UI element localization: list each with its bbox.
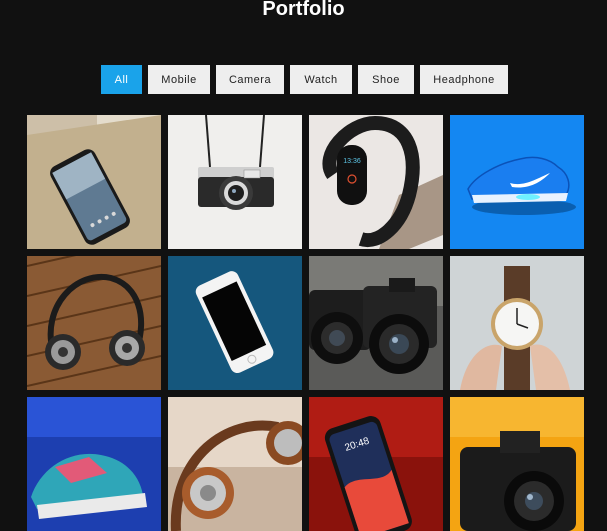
portfolio-item-sneakers[interactable]: [27, 397, 161, 531]
sneakers-image: [27, 397, 161, 531]
filter-mobile-button[interactable]: Mobile: [148, 65, 210, 94]
camera-yellow-image: [450, 397, 584, 531]
filter-watch-button[interactable]: Watch: [290, 65, 352, 94]
headphones-wood-image: [27, 256, 161, 390]
fitness-band-image: 13:36: [309, 115, 443, 249]
filter-shoe-button[interactable]: Shoe: [358, 65, 414, 94]
filter-headphone-button[interactable]: Headphone: [420, 65, 508, 94]
red-smartphone-image: 20:48: [309, 397, 443, 531]
portfolio-item-headphones-closeup[interactable]: [168, 397, 302, 531]
blue-sneaker-image: [450, 115, 584, 249]
portfolio-item-smartphone[interactable]: [27, 115, 161, 249]
band-time: 13:36: [343, 158, 361, 165]
portfolio-item-fitness-band[interactable]: 13:36: [309, 115, 443, 249]
page-title: Portfolio: [262, 0, 345, 20]
portfolio-grid: 13:36 20:48: [27, 115, 584, 531]
portfolio-item-film-camera[interactable]: [168, 115, 302, 249]
filter-bar: All Mobile Camera Watch Shoe Headphone: [101, 65, 508, 94]
portfolio-item-headphones-wood[interactable]: [27, 256, 161, 390]
dslr-cameras-image: [309, 256, 443, 390]
phone-blue-image: [168, 256, 302, 390]
portfolio-item-dslr-cameras[interactable]: [309, 256, 443, 390]
smartphone-image: [27, 115, 161, 249]
filter-all-button[interactable]: All: [101, 65, 142, 94]
portfolio-item-camera-yellow[interactable]: [450, 397, 584, 531]
portfolio-item-wristwatch[interactable]: [450, 256, 584, 390]
film-camera-image: [168, 115, 302, 249]
portfolio-item-phone-blue[interactable]: [168, 256, 302, 390]
wristwatch-image: [450, 256, 584, 390]
filter-camera-button[interactable]: Camera: [216, 65, 284, 94]
portfolio-item-blue-sneaker[interactable]: [450, 115, 584, 249]
portfolio-item-red-smartphone[interactable]: 20:48: [309, 397, 443, 531]
headphones-closeup-image: [168, 397, 302, 531]
